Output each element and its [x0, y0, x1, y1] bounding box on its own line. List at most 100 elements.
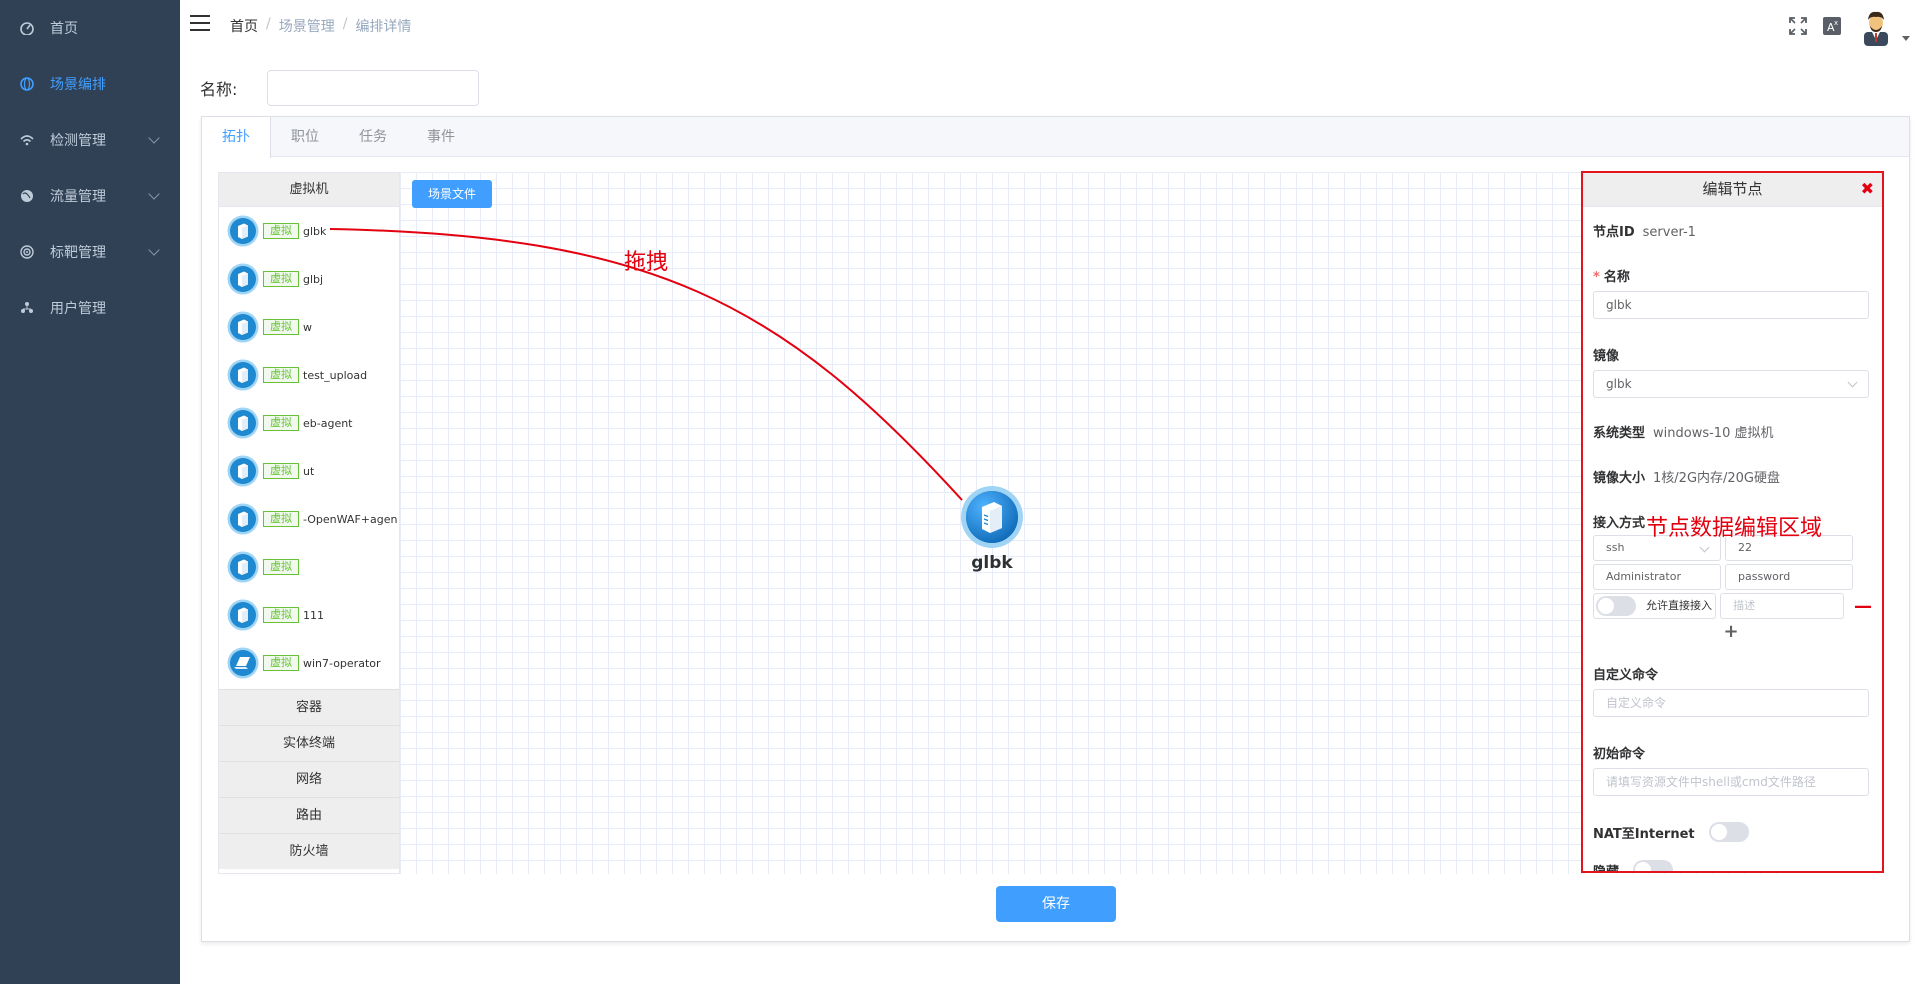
translate-icon[interactable]: Ax [1822, 16, 1842, 36]
nat-label: NAT至Internet [1593, 826, 1695, 842]
sidebar-item-detection[interactable]: 检测管理 [0, 112, 180, 168]
scene-name-input[interactable] [267, 70, 480, 106]
os-type-value: windows-10 虚拟机 [1653, 426, 1774, 441]
allow-direct-access: 允许直接接入 [1593, 593, 1717, 619]
os-type-row: 系统类型 windows-10 虚拟机 [1593, 422, 1872, 441]
scene-file-button[interactable]: 场景文件 [412, 180, 492, 208]
breadcrumb-scene-management[interactable]: 场景管理 [279, 16, 335, 36]
password-input[interactable]: password [1725, 564, 1853, 590]
protocol-value: ssh [1606, 541, 1625, 554]
init-command-label: 初始命令 [1593, 747, 1646, 762]
sidebar-item-scene-orchestration[interactable]: 场景编排 [0, 56, 180, 112]
server-icon [227, 359, 259, 391]
add-access-icon[interactable]: + [1723, 621, 1738, 642]
node-id-label: 节点ID [1593, 225, 1635, 240]
required-asterisk: * [1593, 270, 1600, 285]
hidden-label: 隐藏 [1593, 864, 1620, 873]
custom-command-label: 自定义命令 [1593, 668, 1659, 683]
virtual-tag: 虚拟 [263, 511, 299, 527]
palette-item-name: -OpenWAF+agen [303, 512, 398, 526]
chevron-down-icon [148, 188, 160, 200]
palette-category-vm[interactable]: 虚拟机 [219, 173, 399, 207]
sidebar-item-target[interactable]: 标靶管理 [0, 224, 180, 280]
virtual-tag: 虚拟 [263, 223, 299, 239]
caret-down-icon[interactable] [1902, 35, 1910, 41]
os-type-label: 系统类型 [1593, 426, 1646, 441]
tab-tasks[interactable]: 任务 [339, 117, 407, 157]
node-id-value: server-1 [1642, 225, 1696, 240]
server-icon [227, 215, 259, 247]
earth-icon [20, 189, 34, 203]
description-input[interactable]: 描述 [1720, 593, 1844, 619]
palette-item-name: glbj [303, 272, 324, 286]
wifi-icon [20, 133, 34, 147]
palette-item-name: test_upload [303, 368, 368, 382]
virtual-tag: 虚拟 [263, 655, 299, 671]
access-row-3: 允许直接接入 描述 — [1593, 593, 1872, 619]
server-icon [227, 311, 259, 343]
tab-events[interactable]: 事件 [407, 117, 475, 157]
breadcrumb: 首页 / 场景管理 / 编排详情 [230, 16, 411, 36]
close-icon[interactable]: ✖ [1861, 173, 1874, 205]
chevron-down-icon [148, 244, 160, 256]
nat-toggle[interactable] [1708, 822, 1749, 842]
palette-item[interactable]: 虚拟 test_upload [219, 351, 399, 399]
palette-item[interactable]: 虚拟 eb-agent [219, 399, 399, 447]
virtual-tag: 虚拟 [263, 415, 299, 431]
edit-panel-body: 节点ID server-1 * 名称 glbk 镜像 glbk 系统类型 window… [1583, 221, 1882, 873]
tab-positions[interactable]: 职位 [271, 117, 339, 157]
palette-item[interactable]: 虚拟 ut [219, 447, 399, 495]
allow-direct-toggle[interactable] [1596, 596, 1636, 616]
edit-panel-header: 编辑节点 ✖ [1583, 173, 1882, 207]
palette-vm-list: 虚拟 glbk 虚拟 glbj 虚拟 w 虚拟 test_upload 虚拟 eb-agent 虚拟… [219, 207, 399, 689]
sidebar-item-label: 场景编排 [50, 77, 106, 93]
palette-item[interactable]: 虚拟 w [219, 303, 399, 351]
palette-category-physical-terminal[interactable]: 实体终端 [219, 725, 399, 761]
sidebar-item-users[interactable]: 用户管理 [0, 280, 180, 336]
edit-node-panel: 编辑节点 ✖ 节点ID server-1 * 名称 glbk 镜像 glbk 系统类… [1581, 171, 1884, 873]
sidebar-item-label: 标靶管理 [50, 245, 106, 261]
chevron-down-icon [1847, 377, 1858, 388]
canvas-node-glbk[interactable] [960, 485, 1024, 549]
node-palette: 虚拟机 虚拟 glbk 虚拟 glbj 虚拟 w 虚拟 test_upload 虚拟 eb-age… [218, 172, 400, 874]
remove-access-icon[interactable]: — [1854, 596, 1872, 617]
fullscreen-icon[interactable] [1788, 16, 1808, 36]
palette-item[interactable]: 虚拟 [219, 543, 399, 591]
protocol-select[interactable]: ssh [1593, 535, 1721, 561]
server-icon [961, 486, 1023, 548]
sidebar-item-home[interactable]: 首页 [0, 0, 180, 56]
palette-item[interactable]: 虚拟 111 [219, 591, 399, 639]
custom-command-input[interactable]: 自定义命令 [1593, 689, 1869, 717]
target-icon [20, 245, 34, 259]
username-input[interactable]: Administrator [1593, 564, 1721, 590]
palette-item[interactable]: 虚拟 win7-operator [219, 639, 399, 687]
palette-category-firewall[interactable]: 防火墙 [219, 833, 399, 869]
nat-row: NAT至Internet [1593, 822, 1872, 842]
hidden-toggle[interactable] [1633, 860, 1674, 871]
virtual-tag: 虚拟 [263, 271, 299, 287]
init-command-input[interactable]: 请填写资源文件中shell或cmd文件路径 [1593, 768, 1869, 796]
virtual-tag: 虚拟 [263, 607, 299, 623]
svg-text:x: x [1834, 19, 1838, 27]
palette-category-router[interactable]: 路由 [219, 797, 399, 833]
palette-item[interactable]: 虚拟 glbj [219, 255, 399, 303]
palette-item[interactable]: 虚拟 glbk [219, 207, 399, 255]
node-name-input[interactable]: glbk [1593, 291, 1869, 319]
save-button[interactable]: 保存 [996, 886, 1116, 922]
user-avatar[interactable] [1856, 6, 1896, 46]
hamburger-icon[interactable] [190, 15, 210, 31]
chevron-down-icon [148, 132, 160, 144]
image-select[interactable]: glbk [1593, 370, 1869, 398]
chevron-down-icon [1699, 542, 1710, 553]
virtual-tag: 虚拟 [263, 367, 299, 383]
allow-direct-label: 允许直接接入 [1646, 599, 1712, 612]
laptop-icon [227, 647, 259, 679]
palette-item[interactable]: 虚拟 -OpenWAF+agen [219, 495, 399, 543]
tab-topology[interactable]: 拓扑 [202, 117, 271, 158]
palette-item-name: ut [303, 464, 315, 478]
palette-category-container[interactable]: 容器 [219, 689, 399, 725]
palette-category-network[interactable]: 网络 [219, 761, 399, 797]
port-input[interactable]: 22 [1725, 535, 1853, 561]
breadcrumb-home[interactable]: 首页 [230, 16, 258, 36]
sidebar-item-traffic[interactable]: 流量管理 [0, 168, 180, 224]
